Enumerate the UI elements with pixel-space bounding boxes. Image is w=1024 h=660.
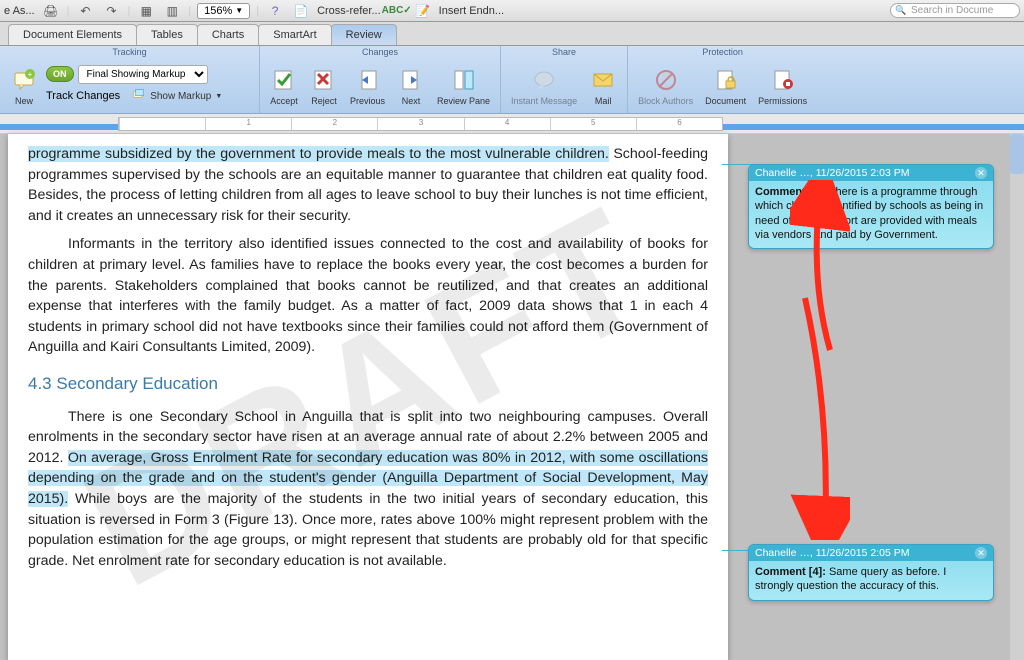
ribbon: Tracking + New ON Final Showing Markup T… bbox=[0, 46, 1024, 114]
comment-header-2: Chanelle …, 11/26/2015 2:05 PM ✕ bbox=[749, 545, 993, 561]
comment-body-1: Comment [3]: There is a programme throug… bbox=[749, 181, 993, 248]
scrollbar-thumb[interactable] bbox=[1010, 134, 1024, 174]
new-label: New bbox=[15, 96, 33, 106]
review-pane-icon bbox=[450, 66, 478, 94]
comment-timestamp-1: 11/26/2015 2:03 PM bbox=[816, 167, 910, 179]
reject-button[interactable]: Reject bbox=[306, 64, 342, 108]
comment-close-1[interactable]: ✕ bbox=[975, 167, 987, 179]
tab-charts[interactable]: Charts bbox=[197, 24, 259, 45]
save-as-label[interactable]: e As... bbox=[4, 5, 35, 17]
review-pane-button[interactable]: Review Pane bbox=[433, 64, 494, 108]
undo-icon[interactable]: ↶ bbox=[75, 2, 95, 20]
section-heading: 4.3 Secondary Education bbox=[28, 372, 708, 397]
columns-icon[interactable]: ▥ bbox=[162, 2, 182, 20]
spellcheck-icon[interactable]: ABC✓ bbox=[387, 2, 407, 20]
comment-header-1: Chanelle …, 11/26/2015 2:03 PM ✕ bbox=[749, 165, 993, 181]
ribbon-group-share: Share Instant Message Mail bbox=[501, 46, 628, 113]
mail-button[interactable]: Mail bbox=[585, 64, 621, 108]
show-markup-button[interactable]: Show Markup ▼ bbox=[128, 86, 226, 107]
new-comment-icon: + bbox=[10, 66, 38, 94]
comments-pane: Chanelle …, 11/26/2015 2:03 PM ✕ Comment… bbox=[728, 134, 1008, 660]
next-change-icon bbox=[397, 66, 425, 94]
protect-document-label: Document bbox=[705, 96, 746, 106]
im-icon bbox=[530, 66, 558, 94]
previous-button[interactable]: Previous bbox=[346, 64, 389, 108]
new-comment-button[interactable]: + New bbox=[6, 64, 42, 108]
group-title-changes: Changes bbox=[266, 46, 494, 58]
tab-smartart[interactable]: SmartArt bbox=[258, 24, 331, 45]
markup-mode-select[interactable]: Final Showing Markup bbox=[78, 65, 208, 84]
cross-reference-label[interactable]: Cross-refer... bbox=[317, 5, 381, 17]
svg-text:+: + bbox=[28, 70, 33, 79]
search-placeholder: Search in Docume bbox=[911, 5, 993, 16]
endnote-icon[interactable]: 📝 bbox=[413, 2, 433, 20]
previous-icon bbox=[354, 66, 382, 94]
comment-balloon-1[interactable]: Chanelle …, 11/26/2015 2:03 PM ✕ Comment… bbox=[748, 164, 994, 249]
ribbon-group-changes: Changes Accept Reject Previous Next Revi… bbox=[260, 46, 501, 113]
tab-review[interactable]: Review bbox=[331, 24, 397, 45]
permissions-button[interactable]: Permissions bbox=[754, 64, 811, 108]
comment-label-2: Comment [4]: bbox=[755, 566, 826, 578]
document-page[interactable]: DRAFT programme subsidized by the govern… bbox=[8, 134, 728, 660]
table-icon[interactable]: ▦ bbox=[136, 2, 156, 20]
group-title-share: Share bbox=[507, 46, 621, 58]
redo-icon[interactable]: ↷ bbox=[101, 2, 121, 20]
paragraph-2: Informants in the territory also identif… bbox=[28, 234, 708, 358]
document-lock-icon bbox=[712, 66, 740, 94]
tab-document-elements[interactable]: Document Elements bbox=[8, 24, 137, 45]
protect-document-button[interactable]: Document bbox=[701, 64, 750, 108]
paragraph-3b: While boys are the majority of the stude… bbox=[28, 491, 708, 569]
quick-access-toolbar: e As... 🖨 | ↶ ↷ | ▦ ▥ | 156%▼ | ? 📄 Cros… bbox=[0, 0, 1024, 22]
mail-icon bbox=[589, 66, 617, 94]
group-title-tracking: Tracking bbox=[6, 46, 253, 58]
highlighted-text-1: programme subsidized by the government t… bbox=[28, 146, 609, 162]
zoom-value: 156% bbox=[204, 5, 232, 17]
horizontal-ruler[interactable]: 123456 bbox=[0, 114, 1024, 134]
group-title-protection: Protection bbox=[634, 46, 811, 58]
tab-tables[interactable]: Tables bbox=[136, 24, 198, 45]
accept-icon bbox=[270, 66, 298, 94]
ribbon-tabs: Document Elements Tables Charts SmartArt… bbox=[0, 22, 1024, 46]
comment-label-1: Comment [3]: bbox=[755, 186, 826, 198]
next-change-label: Next bbox=[402, 96, 421, 106]
accept-button[interactable]: Accept bbox=[266, 64, 302, 108]
review-pane-label: Review Pane bbox=[437, 96, 490, 106]
ribbon-group-tracking: Tracking + New ON Final Showing Markup T… bbox=[0, 46, 260, 113]
permissions-label: Permissions bbox=[758, 96, 807, 106]
previous-label: Previous bbox=[350, 96, 385, 106]
reject-icon bbox=[310, 66, 338, 94]
zoom-selector[interactable]: 156%▼ bbox=[197, 3, 250, 19]
block-authors-icon bbox=[652, 66, 680, 94]
ribbon-group-protection: Protection Block Authors Document Permis… bbox=[628, 46, 817, 113]
comment-close-2[interactable]: ✕ bbox=[975, 547, 987, 559]
comment-balloon-2[interactable]: Chanelle …, 11/26/2015 2:05 PM ✕ Comment… bbox=[748, 544, 994, 601]
track-changes-toggle[interactable]: ON bbox=[46, 66, 74, 82]
track-changes-label: Track Changes bbox=[46, 90, 120, 102]
print-icon[interactable]: 🖨 bbox=[41, 2, 61, 20]
instant-message-button[interactable]: Instant Message bbox=[507, 64, 581, 108]
vertical-scrollbar[interactable] bbox=[1010, 134, 1024, 660]
permissions-icon bbox=[769, 66, 797, 94]
show-markup-label: Show Markup bbox=[150, 91, 211, 102]
mail-label: Mail bbox=[595, 96, 612, 106]
bookmark-icon[interactable]: 📄 bbox=[291, 2, 311, 20]
next-change-button[interactable]: Next bbox=[393, 64, 429, 108]
comment-body-2: Comment [4]: Same query as before. I str… bbox=[749, 561, 993, 600]
accept-label: Accept bbox=[270, 96, 298, 106]
reject-label: Reject bbox=[311, 96, 337, 106]
im-label: Instant Message bbox=[511, 96, 577, 106]
comment-author-2: Chanelle …, bbox=[755, 547, 813, 559]
comment-timestamp-2: 11/26/2015 2:05 PM bbox=[816, 547, 910, 559]
block-authors-button[interactable]: Block Authors bbox=[634, 64, 697, 108]
comment-author-1: Chanelle …, bbox=[755, 167, 813, 179]
insert-endnote-label[interactable]: Insert Endn... bbox=[439, 5, 504, 17]
block-authors-label: Block Authors bbox=[638, 96, 693, 106]
document-area: DRAFT programme subsidized by the govern… bbox=[0, 134, 1024, 660]
search-input[interactable]: Search in Docume bbox=[890, 3, 1020, 18]
help-icon[interactable]: ? bbox=[265, 2, 285, 20]
show-markup-icon bbox=[132, 88, 146, 105]
